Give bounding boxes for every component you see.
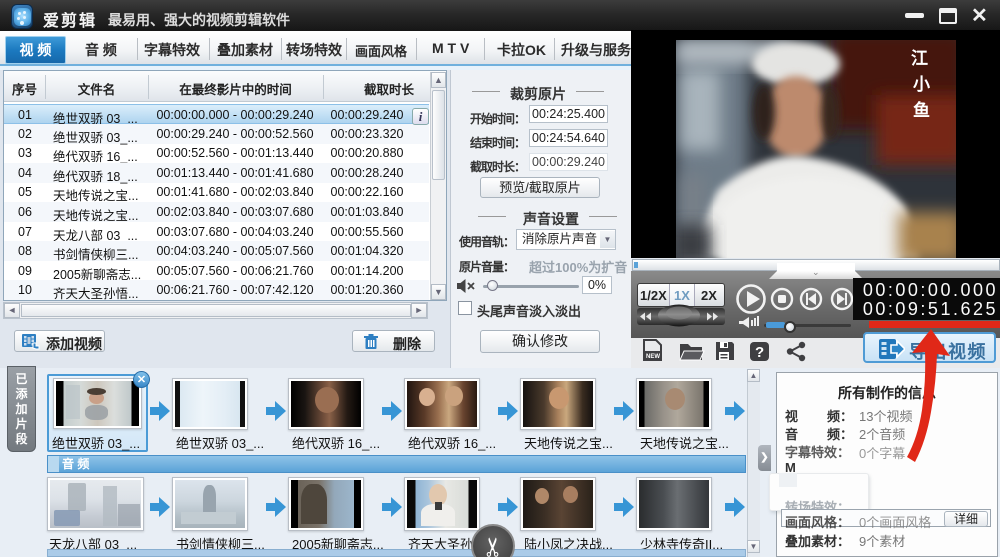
svg-text:NEW: NEW (646, 354, 660, 360)
svg-text:小: 小 (913, 75, 930, 94)
svg-text:江: 江 (911, 49, 928, 68)
svg-text:?: ? (755, 344, 764, 361)
svg-text:鱼: 鱼 (913, 100, 930, 120)
